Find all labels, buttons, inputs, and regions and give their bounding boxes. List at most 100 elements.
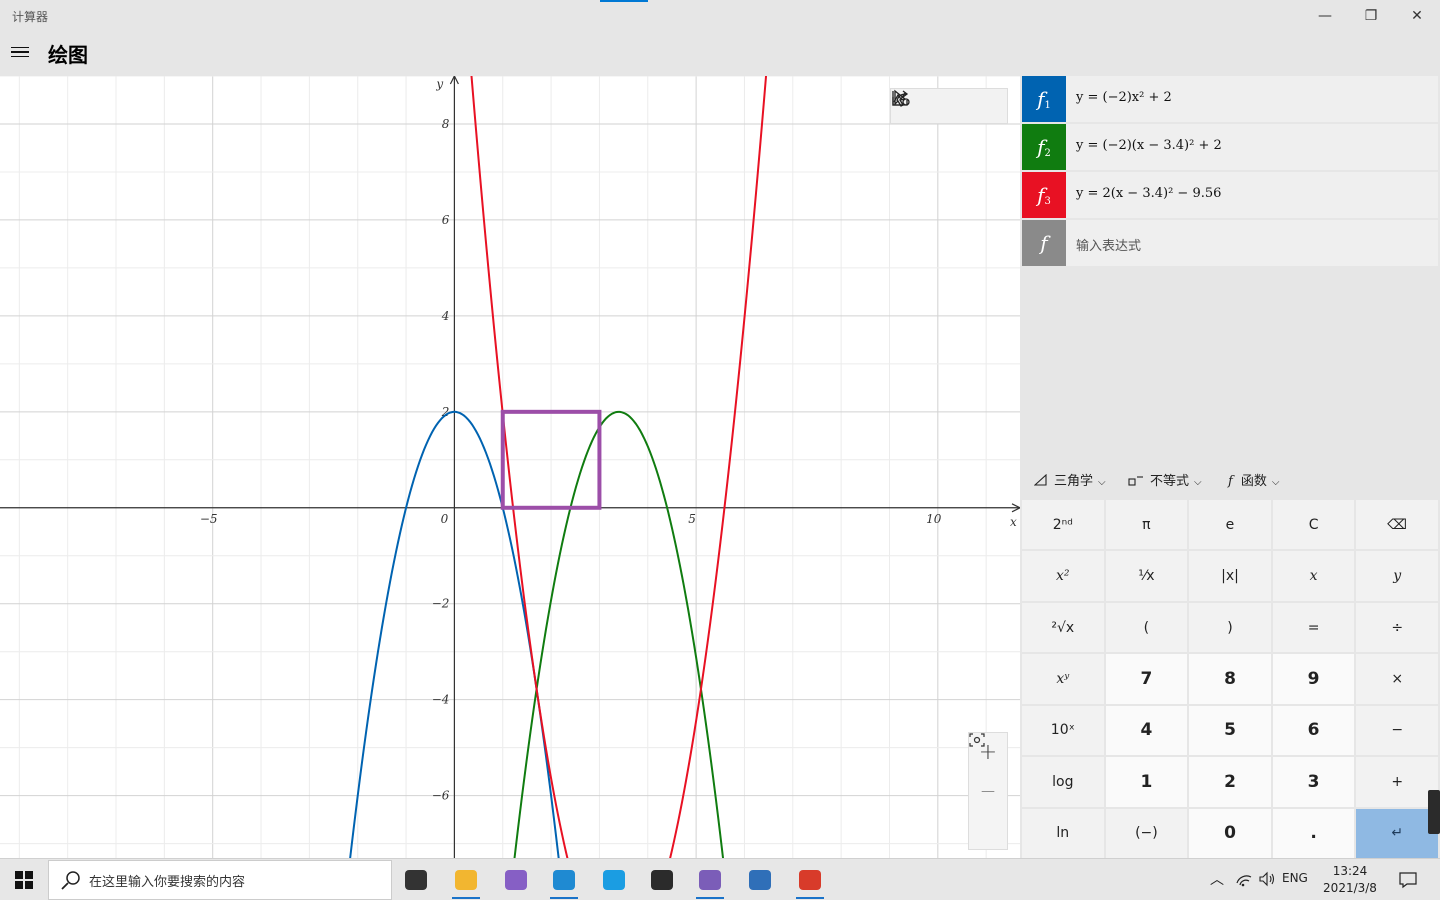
key-19[interactable]: × bbox=[1356, 654, 1438, 704]
key-label: y bbox=[1393, 568, 1402, 585]
task-view-icon[interactable] bbox=[398, 863, 434, 897]
function-badge-f2[interactable]: f2 bbox=[1022, 124, 1066, 170]
key-label: 9 bbox=[1307, 668, 1320, 689]
fit-view-button[interactable] bbox=[969, 733, 1007, 849]
key-label: × bbox=[1391, 670, 1404, 687]
zoom-out-button[interactable]: — bbox=[969, 772, 1007, 811]
graph-settings-button[interactable] bbox=[892, 91, 1005, 121]
function-row-f1[interactable]: f1 y = (−2)x² + 2 bbox=[1022, 76, 1438, 122]
app-title: 计算器 bbox=[12, 10, 49, 24]
function-expression[interactable]: y = 2(x − 3.4)² − 9.56 bbox=[1076, 186, 1221, 201]
key-18[interactable]: 9 bbox=[1272, 654, 1355, 704]
key-12[interactable]: ) bbox=[1189, 602, 1271, 653]
graph-canvas[interactable]: −5 0 5 10 8 6 4 2 −2 −4 −6 x y + — bbox=[0, 76, 1020, 858]
key-0[interactable]: 2ⁿᵈ bbox=[1022, 500, 1104, 550]
volume-icon[interactable] bbox=[1258, 871, 1276, 890]
paint-icon-glyph bbox=[799, 870, 821, 890]
keypad-grid: 2ⁿᵈ π e C ⌫ x² ¹⁄x |x| x y ²√x () = ÷ xʸ 7 8 9 × 10ˣ 4 5 6 − log… bbox=[1022, 500, 1438, 858]
key-23[interactable]: 6 bbox=[1272, 705, 1355, 756]
key-label: . bbox=[1310, 823, 1317, 844]
taskbar-clock[interactable]: 13:24 2021/3/8 bbox=[1318, 863, 1382, 897]
key-label: ⌫ bbox=[1387, 516, 1408, 533]
key-5[interactable]: x² bbox=[1022, 551, 1104, 601]
share-button[interactable] bbox=[892, 90, 966, 121]
key-28[interactable]: 3 bbox=[1272, 757, 1355, 807]
key-6[interactable]: ¹⁄x bbox=[1105, 551, 1188, 601]
key-11[interactable]: ( bbox=[1105, 602, 1188, 653]
key-31[interactable]: (−) bbox=[1105, 808, 1188, 858]
key-21[interactable]: 4 bbox=[1105, 705, 1188, 756]
key-25[interactable]: log bbox=[1022, 757, 1104, 807]
key-32[interactable]: 0 bbox=[1189, 808, 1271, 858]
function-dropdown[interactable]: f 函数 ⌵ bbox=[1228, 470, 1279, 489]
paint-icon[interactable] bbox=[792, 863, 828, 899]
function-icon: f bbox=[1228, 474, 1233, 489]
y-tick-label: 6 bbox=[442, 213, 450, 227]
key-4[interactable]: ⌫ bbox=[1356, 500, 1438, 550]
restore-icon: ❐ bbox=[1364, 8, 1378, 24]
key-label: ÷ bbox=[1391, 619, 1404, 636]
key-17[interactable]: 8 bbox=[1189, 654, 1271, 704]
windows-logo-icon bbox=[15, 871, 33, 889]
key-8[interactable]: x bbox=[1272, 551, 1355, 601]
function-row-f3[interactable]: f3 y = 2(x − 3.4)² − 9.56 bbox=[1022, 172, 1438, 218]
chevron-down-icon: ⌵ bbox=[1098, 477, 1106, 488]
expression-input[interactable]: 输入表达式 bbox=[1076, 235, 1141, 254]
key-16[interactable]: 7 bbox=[1105, 654, 1188, 704]
key-9[interactable]: y bbox=[1356, 551, 1438, 601]
key-30[interactable]: ln bbox=[1022, 808, 1104, 858]
taskbar-search[interactable]: 在这里输入你要搜索的内容 bbox=[48, 860, 392, 900]
function-list: f1 y = (−2)x² + 2 f2 y = (−2)(x − 3.4)² … bbox=[1022, 76, 1440, 458]
input-language[interactable]: ENG bbox=[1282, 871, 1308, 885]
function-row-new[interactable]: f 输入表达式 bbox=[1022, 220, 1438, 266]
vscode-icon[interactable] bbox=[546, 863, 582, 899]
function-badge-f1[interactable]: f1 bbox=[1022, 76, 1066, 122]
function-badge-f3[interactable]: f3 bbox=[1022, 172, 1066, 218]
edge-icon[interactable] bbox=[596, 863, 632, 897]
network-icon[interactable] bbox=[1235, 871, 1253, 890]
function-expression[interactable]: y = (−2)x² + 2 bbox=[1076, 90, 1172, 105]
key-label: ¹⁄x bbox=[1138, 568, 1155, 585]
minimize-button[interactable]: — bbox=[1302, 0, 1348, 32]
function-row-f2[interactable]: f2 y = (−2)(x − 3.4)² + 2 bbox=[1022, 124, 1438, 170]
y-tick-label: −6 bbox=[432, 789, 450, 803]
file-explorer-icon[interactable] bbox=[448, 863, 484, 899]
eclipse-icon[interactable] bbox=[692, 863, 728, 899]
key-29[interactable]: + bbox=[1356, 757, 1438, 807]
key-label: 2 bbox=[1224, 771, 1236, 792]
key-27[interactable]: 2 bbox=[1189, 757, 1271, 807]
key-33[interactable]: . bbox=[1272, 808, 1355, 858]
function-expression[interactable]: y = (−2)(x − 3.4)² + 2 bbox=[1076, 138, 1222, 153]
key-15[interactable]: xʸ bbox=[1022, 654, 1104, 704]
key-34[interactable]: ↵ bbox=[1356, 808, 1438, 858]
key-2[interactable]: e bbox=[1189, 500, 1271, 550]
key-10[interactable]: ²√x bbox=[1022, 602, 1104, 653]
key-13[interactable]: = bbox=[1272, 602, 1355, 653]
key-label: |x| bbox=[1221, 568, 1239, 585]
key-14[interactable]: ÷ bbox=[1356, 602, 1438, 653]
terminal-icon[interactable] bbox=[644, 863, 680, 897]
trig-dropdown[interactable]: 三角学 ⌵ bbox=[1033, 470, 1106, 489]
key-label: 0 bbox=[1224, 823, 1236, 844]
key-7[interactable]: |x| bbox=[1189, 551, 1271, 601]
key-26[interactable]: 1 bbox=[1105, 757, 1188, 807]
page-title: 绘图 bbox=[48, 43, 88, 67]
calculator-icon[interactable] bbox=[742, 863, 778, 897]
scroll-handle[interactable] bbox=[1428, 790, 1440, 834]
tray-chevron-up-icon[interactable]: ︿ bbox=[1210, 869, 1224, 889]
visual-studio-icon[interactable] bbox=[498, 863, 534, 897]
graph-svg[interactable]: −5 0 5 108642−2−4−6xy bbox=[0, 76, 1020, 858]
key-24[interactable]: − bbox=[1356, 705, 1438, 756]
restore-button[interactable]: ❐ bbox=[1348, 0, 1394, 32]
key-3[interactable]: C bbox=[1272, 500, 1355, 550]
close-button[interactable]: ✕ bbox=[1394, 0, 1440, 32]
inequality-dropdown[interactable]: 不等式 ⌵ bbox=[1128, 470, 1202, 489]
key-label: e bbox=[1225, 516, 1235, 533]
key-label: 7 bbox=[1140, 668, 1153, 689]
key-22[interactable]: 5 bbox=[1189, 705, 1271, 756]
hamburger-menu-icon[interactable] bbox=[8, 40, 32, 64]
notification-center-button[interactable] bbox=[1390, 863, 1426, 897]
key-1[interactable]: π bbox=[1105, 500, 1188, 550]
key-20[interactable]: 10ˣ bbox=[1022, 705, 1104, 756]
start-button[interactable] bbox=[6, 863, 42, 897]
